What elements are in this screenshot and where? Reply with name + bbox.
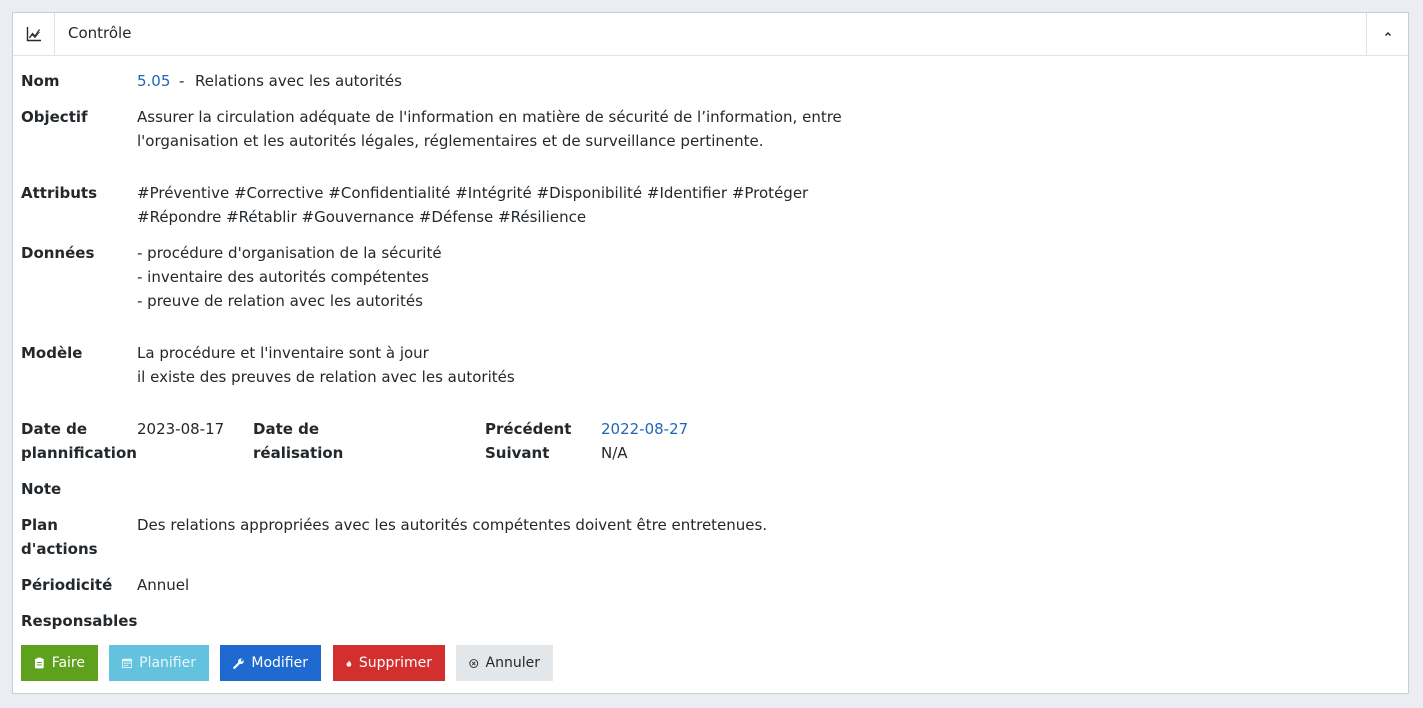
modele-label: Modèle [21, 344, 83, 362]
donnees-label: Données [21, 244, 95, 262]
modifier-label: Modifier [251, 655, 308, 671]
precedent-link[interactable]: 2022-08-27 [601, 417, 688, 441]
precedent-label: Précédent [485, 420, 572, 438]
card-header: Contrôle [13, 13, 1408, 56]
cancel-circle-icon [469, 658, 479, 668]
nom-separator: - [179, 72, 185, 90]
attributs-label: Attributs [21, 184, 98, 202]
date-planif-value: 2023-08-17 [137, 420, 225, 438]
plan-label: Plan [21, 516, 58, 534]
objectif-label: Objectif [21, 108, 88, 126]
chevron-up-icon[interactable] [1366, 13, 1408, 55]
control-card: Contrôle Nom 5.05 - Relations avec les a… [12, 12, 1409, 694]
plan-value: Des relations appropriées avec les autor… [137, 516, 768, 534]
faire-label: Faire [51, 655, 85, 671]
supprimer-label: Supprimer [358, 655, 432, 671]
attributs-line: #Répondre #Rétablir #Gouvernance #Défens… [137, 208, 587, 226]
donnees-line: - procédure d'organisation de la sécurit… [137, 244, 442, 262]
planifier-label: Planifier [139, 655, 196, 671]
nom-label: Nom [21, 72, 60, 90]
supprimer-button[interactable]: Supprimer [333, 645, 445, 681]
annuler-label: Annuler [485, 655, 540, 671]
nom-value: Relations avec les autorités [195, 72, 402, 90]
card-title: Contrôle [68, 24, 132, 42]
plan-label: d'actions [21, 540, 98, 558]
donnees-line: - preuve de relation avec les autorités [137, 292, 423, 310]
donnees-line: - inventaire des autorités compétentes [137, 268, 429, 286]
date-real-label: Date de [253, 420, 320, 438]
wrench-icon [233, 658, 244, 669]
responsables-label: Responsables [21, 612, 138, 630]
planifier-button[interactable]: Planifier [109, 645, 209, 681]
modifier-button[interactable]: Modifier [220, 645, 321, 681]
periodicite-value: Annuel [137, 576, 190, 594]
annuler-button[interactable]: Annuler [456, 645, 553, 681]
periodicite-label: Périodicité [21, 576, 113, 594]
date-planif-label: Date de [21, 420, 88, 438]
control-code-link[interactable]: 5.05 [137, 69, 170, 93]
fire-icon [346, 659, 352, 667]
chart-icon [13, 13, 55, 55]
date-planif-label: plannification [21, 444, 137, 462]
faire-button[interactable]: Faire [21, 645, 98, 681]
objectif-line: l'organisation et les autorités légales,… [137, 132, 764, 150]
suivant-value: N/A [601, 444, 628, 462]
calendar-icon [122, 658, 133, 669]
date-real-label: réalisation [253, 444, 344, 462]
clipboard-icon [34, 657, 44, 669]
suivant-label: Suivant [485, 444, 550, 462]
attributs-line: #Préventive #Corrective #Confidentialité… [137, 184, 809, 202]
note-label: Note [21, 480, 62, 498]
modele-line: il existe des preuves de relation avec l… [137, 368, 515, 386]
objectif-line: Assurer la circulation adéquate de l'inf… [137, 108, 842, 126]
modele-line: La procédure et l'inventaire sont à jour [137, 344, 429, 362]
